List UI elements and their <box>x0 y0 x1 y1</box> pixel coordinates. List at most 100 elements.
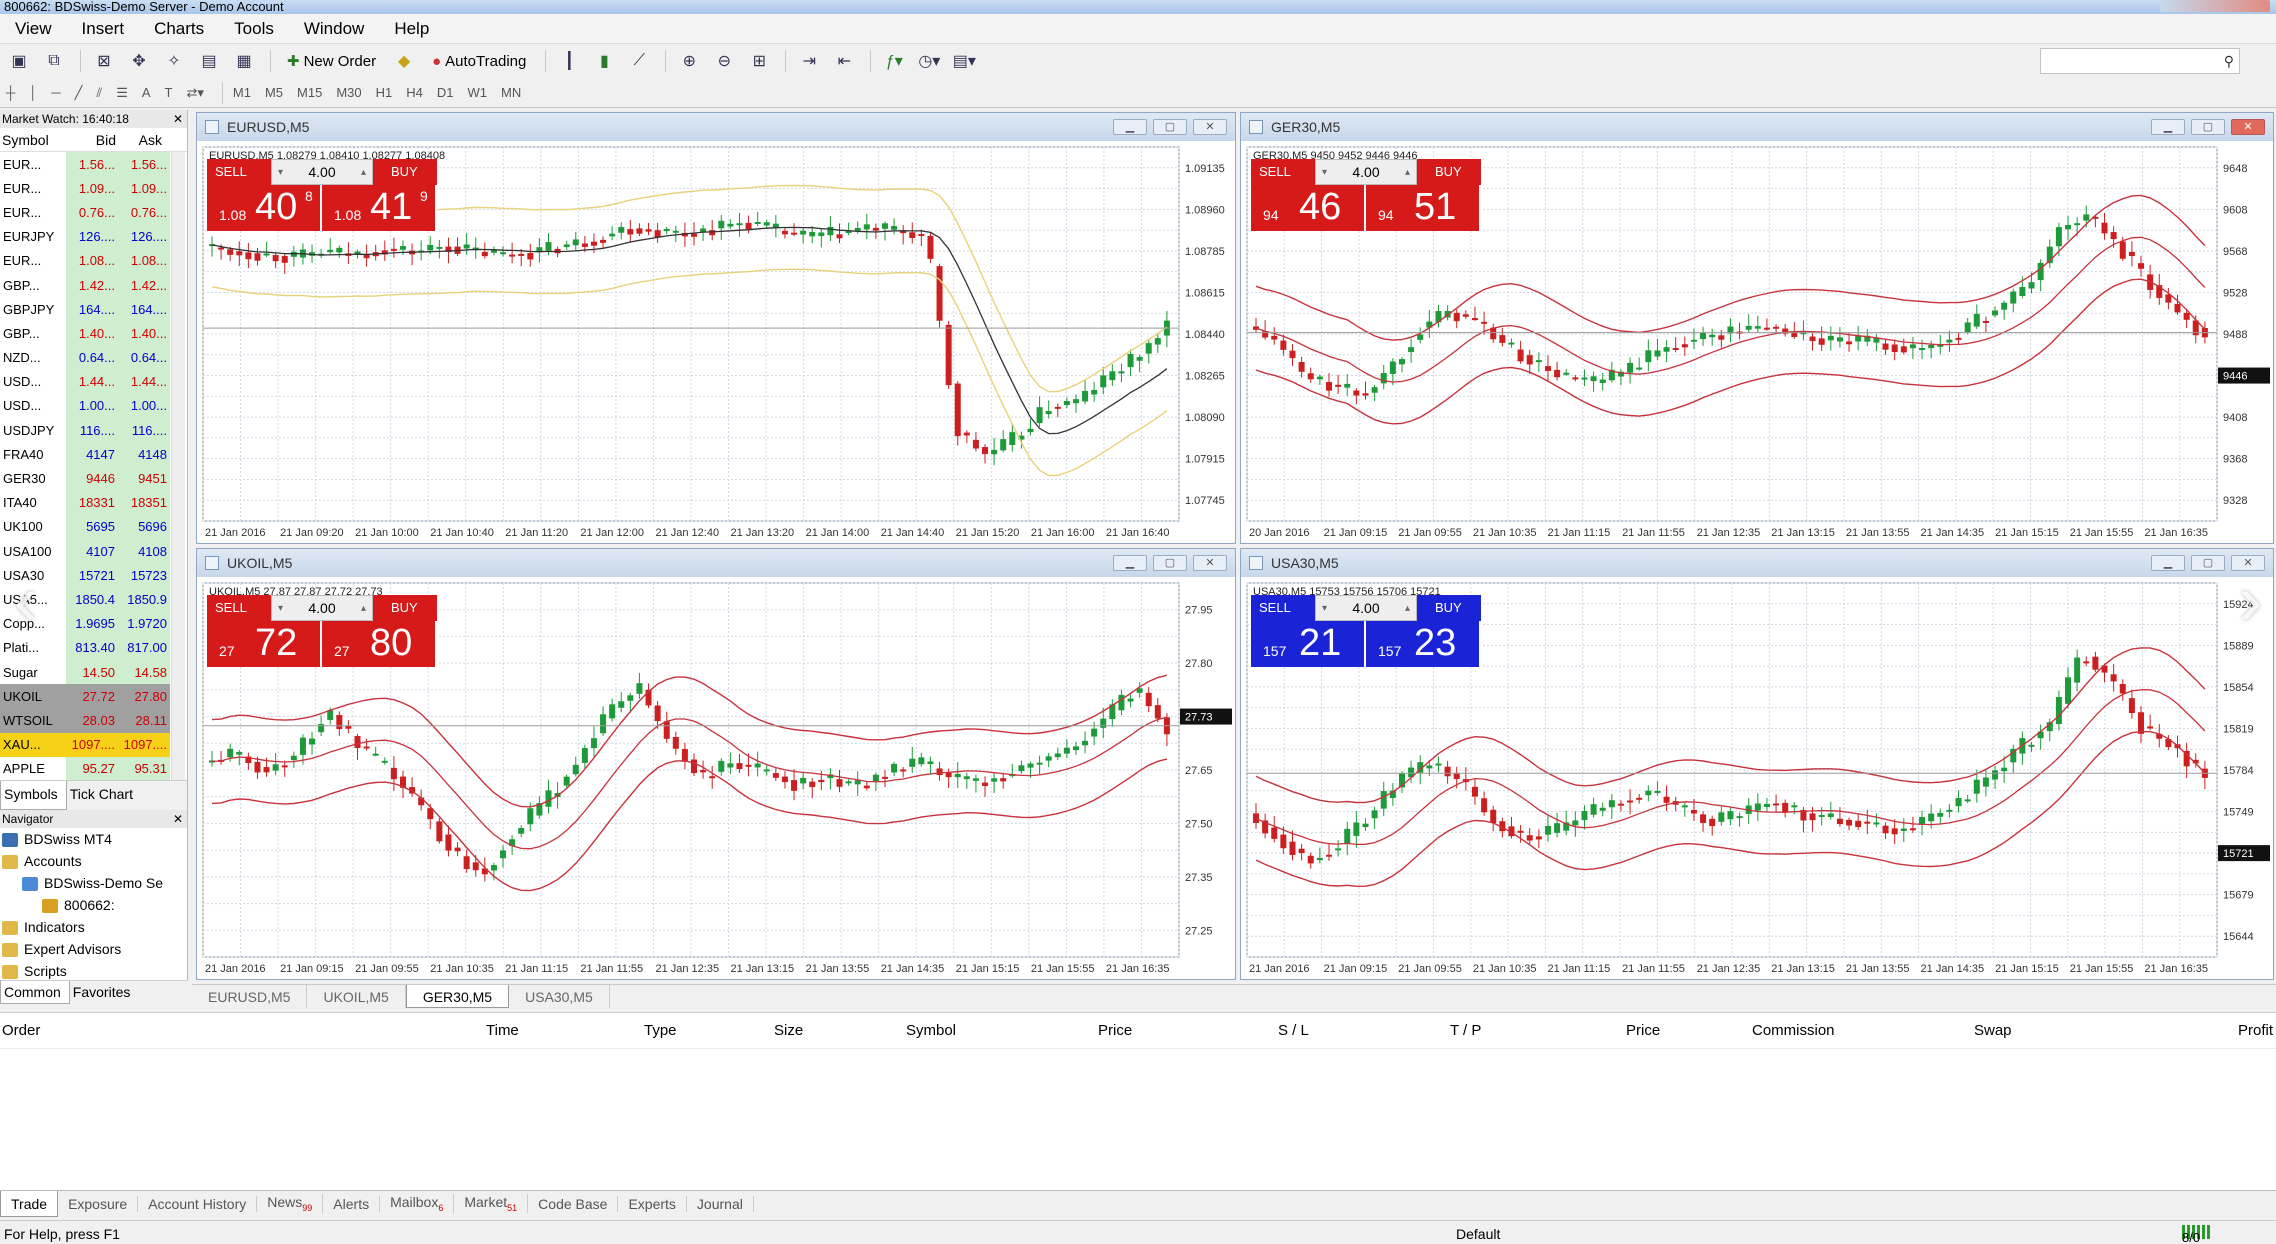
sell-button[interactable]: SELL <box>1251 159 1315 185</box>
buy-button[interactable]: BUY <box>1417 159 1481 185</box>
menu-tools[interactable]: Tools <box>219 19 289 39</box>
indicators-icon[interactable]: ƒ▾ <box>881 49 907 73</box>
terminal-tab[interactable]: Account History <box>138 1195 258 1212</box>
sell-price-button[interactable]: 157 21 <box>1251 621 1366 667</box>
chart-tab[interactable]: UKOIL,M5 <box>307 985 406 1008</box>
chart-tab[interactable]: USA30,M5 <box>509 985 610 1008</box>
sell-price-button[interactable]: 94 46 <box>1251 185 1366 231</box>
menu-charts[interactable]: Charts <box>139 19 219 39</box>
arrows-icon[interactable]: ⇄▾ <box>186 85 203 101</box>
window-controls[interactable] <box>2160 0 2270 12</box>
menu-help[interactable]: Help <box>379 19 444 39</box>
timeframe-m30[interactable]: M30 <box>336 85 361 100</box>
market-watch-row[interactable]: EUR... 1.09... 1.09... <box>0 176 170 201</box>
timeframe-mn[interactable]: MN <box>501 85 521 100</box>
trendline-icon[interactable]: ╱ <box>75 85 83 101</box>
buy-price-button[interactable]: 94 51 <box>1366 185 1481 231</box>
market-watch-row[interactable]: GER30 9446 9451 <box>0 466 170 491</box>
market-watch-row[interactable]: WTSOIL 28.03 28.11 <box>0 708 170 733</box>
chart-window-titlebar[interactable]: EURUSD,M5 ▁ ▢ ✕ <box>197 113 1235 141</box>
terminal-tab[interactable]: Market51 <box>454 1194 529 1213</box>
timeframe-m15[interactable]: M15 <box>297 85 322 100</box>
terminal-column-header[interactable]: Symbol <box>906 1022 956 1039</box>
buy-price-button[interactable]: 27 80 <box>322 621 437 667</box>
buy-button[interactable]: BUY <box>373 159 437 185</box>
terminal-column-header[interactable]: Swap <box>1974 1022 2012 1039</box>
market-watch-row[interactable]: FRA40 4147 4148 <box>0 442 170 467</box>
close-icon[interactable]: ✕ <box>173 110 183 128</box>
profiles-icon[interactable]: ⧉ <box>41 49 67 73</box>
navigator-item[interactable]: BDSwiss MT4 <box>0 828 187 850</box>
new-chart-icon[interactable]: ▣ <box>6 49 32 73</box>
market-watch-row[interactable]: NZD... 0.64... 0.64... <box>0 345 170 370</box>
maximize-icon[interactable]: ▢ <box>2191 119 2225 135</box>
market-watch-row[interactable]: EUR... 0.76... 0.76... <box>0 200 170 225</box>
timeframe-h1[interactable]: H1 <box>376 85 393 100</box>
auto-scroll-icon[interactable]: ⇥ <box>796 49 822 73</box>
metaeditor-icon[interactable]: ◆ <box>391 49 417 73</box>
chart-window[interactable]: UKOIL,M5 ▁ ▢ ✕ UKOIL,M5 27.87 27.87 27.72 27… <box>196 548 1236 980</box>
sell-button[interactable]: SELL <box>207 595 271 621</box>
menu-insert[interactable]: Insert <box>67 19 140 39</box>
sell-price-button[interactable]: 1.08 40 8 <box>207 185 322 231</box>
chart-window[interactable]: EURUSD,M5 ▁ ▢ ✕ EURUSD,M5 1.08279 1.08410 1.… <box>196 112 1236 544</box>
zoom-in-icon[interactable]: ⊕ <box>676 49 702 73</box>
timeframe-w1[interactable]: W1 <box>468 85 488 100</box>
maximize-icon[interactable]: ▢ <box>1153 119 1187 135</box>
minimize-icon[interactable]: ▁ <box>1113 119 1147 135</box>
market-watch-scrollbar[interactable] <box>171 152 185 780</box>
terminal-column-header[interactable]: Size <box>774 1022 803 1039</box>
buy-button[interactable]: BUY <box>1417 595 1481 621</box>
terminal-column-header[interactable]: Type <box>644 1022 677 1039</box>
timeframe-d1[interactable]: D1 <box>437 85 454 100</box>
sell-button[interactable]: SELL <box>1251 595 1315 621</box>
market-watch-row[interactable]: UK100 5695 5696 <box>0 514 170 539</box>
periods-icon[interactable]: ◷▾ <box>916 49 942 73</box>
terminal-tab[interactable]: Exposure <box>58 1195 139 1212</box>
text-icon[interactable]: A <box>142 85 151 100</box>
bar-chart-icon[interactable]: ┃ <box>556 49 582 73</box>
terminal-column-header[interactable]: Commission <box>1752 1022 1835 1039</box>
buy-button[interactable]: BUY <box>373 595 437 621</box>
market-watch-row[interactable]: GBP... 1.42... 1.42... <box>0 272 170 298</box>
menu-window[interactable]: Window <box>289 19 379 39</box>
maximize-icon[interactable]: ▢ <box>2191 555 2225 571</box>
navigator-item[interactable]: Scripts <box>0 960 187 982</box>
crosshair-icon[interactable]: ┼ <box>6 85 15 100</box>
terminal-column-header[interactable]: T / P <box>1450 1022 1481 1039</box>
lot-size-input[interactable]: 4.00 <box>271 595 373 621</box>
data-window-icon[interactable]: ✥ <box>126 49 152 73</box>
maximize-icon[interactable]: ▢ <box>1153 555 1187 571</box>
close-icon[interactable]: ✕ <box>2231 119 2265 135</box>
candlestick-icon[interactable]: ▮ <box>591 49 617 73</box>
lot-size-input[interactable]: 4.00 <box>1315 159 1417 185</box>
terminal-column-header[interactable]: Price <box>1098 1022 1132 1039</box>
timeframe-h4[interactable]: H4 <box>406 85 423 100</box>
terminal-column-header[interactable]: Order <box>2 1022 40 1039</box>
market-watch-row[interactable]: Sugar 14.50 14.58 <box>0 659 170 685</box>
market-watch-row[interactable]: EUR... 1.08... 1.08... <box>0 248 170 273</box>
market-watch-icon[interactable]: ⊠ <box>91 49 117 73</box>
channel-icon[interactable]: ⫽ <box>96 85 102 101</box>
close-icon[interactable]: ✕ <box>1193 119 1227 135</box>
chart-window-titlebar[interactable]: USA30,M5 ▁ ▢ ✕ <box>1241 549 2273 577</box>
timeframe-m5[interactable]: M5 <box>265 85 283 100</box>
market-watch-row[interactable]: APPLE 95.27 95.31 <box>0 756 170 781</box>
col-bid[interactable]: Bid <box>72 132 116 148</box>
lot-size-input[interactable]: 4.00 <box>1315 595 1417 621</box>
market-watch-row[interactable]: USD... 1.00... 1.00... <box>0 393 170 419</box>
buy-price-button[interactable]: 1.08 41 9 <box>322 185 437 231</box>
tile-windows-icon[interactable]: ⊞ <box>746 49 772 73</box>
close-icon[interactable]: ✕ <box>1193 555 1227 571</box>
market-watch-row[interactable]: GBPJPY 164.... 164.... <box>0 297 170 322</box>
chart-window[interactable]: USA30,M5 ▁ ▢ ✕ USA30,M5 15753 15756 15706 15… <box>1240 548 2274 980</box>
templates-icon[interactable]: ▤▾ <box>951 49 977 73</box>
terminal-tab[interactable]: Alerts <box>323 1195 381 1212</box>
terminal-column-header[interactable]: Time <box>486 1022 519 1039</box>
terminal-column-header[interactable]: Price <box>1626 1022 1660 1039</box>
terminal-tab[interactable]: Code Base <box>528 1195 619 1212</box>
tab-common[interactable]: Common <box>0 981 70 1004</box>
navigator-item[interactable]: Indicators <box>0 916 187 938</box>
chart-window[interactable]: GER30,M5 ▁ ▢ ✕ GER30,M5 9450 9452 9446 9446 9… <box>1240 112 2274 544</box>
chart-window-titlebar[interactable]: GER30,M5 ▁ ▢ ✕ <box>1241 113 2273 141</box>
